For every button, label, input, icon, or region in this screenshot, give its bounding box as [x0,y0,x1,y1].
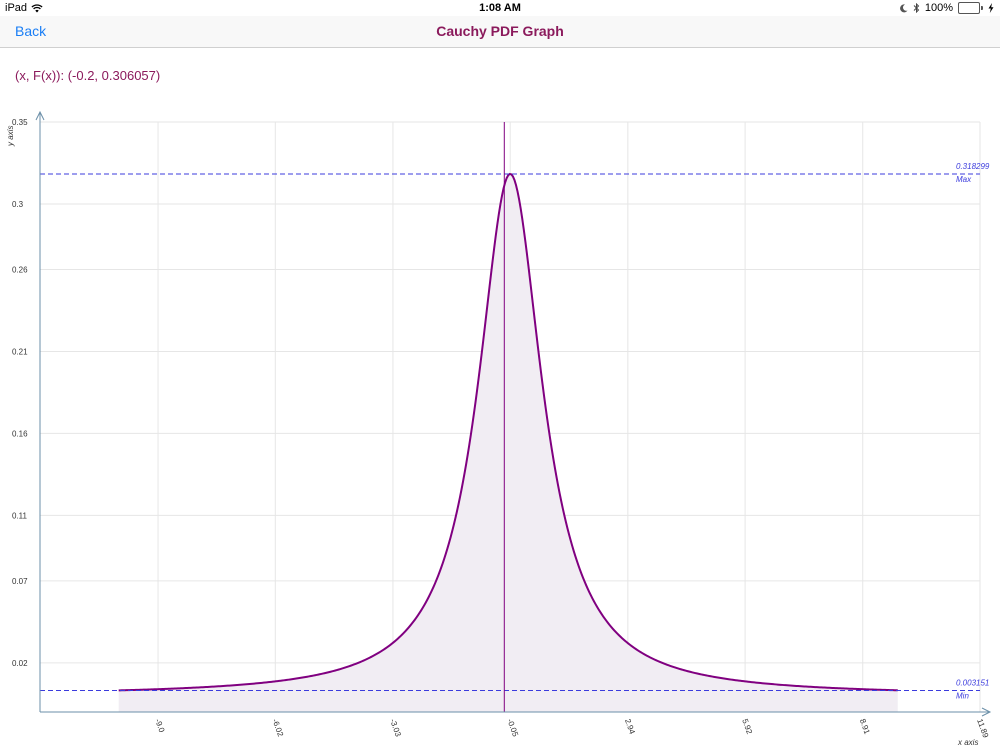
x-tick-label: -6.02 [270,718,285,739]
y-tick-label: 0.21 [12,347,28,356]
y-axis-title: y axis [6,126,15,147]
y-tick-label: 0.11 [12,511,28,520]
x-tick-label: 11.89 [975,718,990,740]
y-tick-label: 0.3 [12,200,24,209]
y-tick-label: 0.26 [12,266,28,275]
reference-label-max: Max [956,175,972,184]
y-tick-label: 0.16 [12,429,28,438]
x-tick-label: -0.05 [505,718,520,739]
x-axis-title: x axis [957,738,978,747]
x-tick-label: 5.92 [740,718,754,736]
x-tick-label: -3.03 [388,718,403,739]
x-tick-label: 2.94 [623,718,637,736]
reference-value-max: 0.318299 [956,162,990,171]
reference-value-min: 0.003151 [956,678,989,687]
x-tick-label: -9.0 [153,718,166,735]
reference-label-min: Min [956,691,969,700]
x-tick-label: 8.91 [858,718,872,736]
density-area [118,173,898,713]
cauchy-pdf-chart[interactable]: 0.318299 Max 0.003151 Min 0.02 0.07 0.11 0.16 0.… [0,0,1000,750]
y-tick-label: 0.02 [12,659,28,668]
y-tick-label: 0.07 [12,577,28,586]
